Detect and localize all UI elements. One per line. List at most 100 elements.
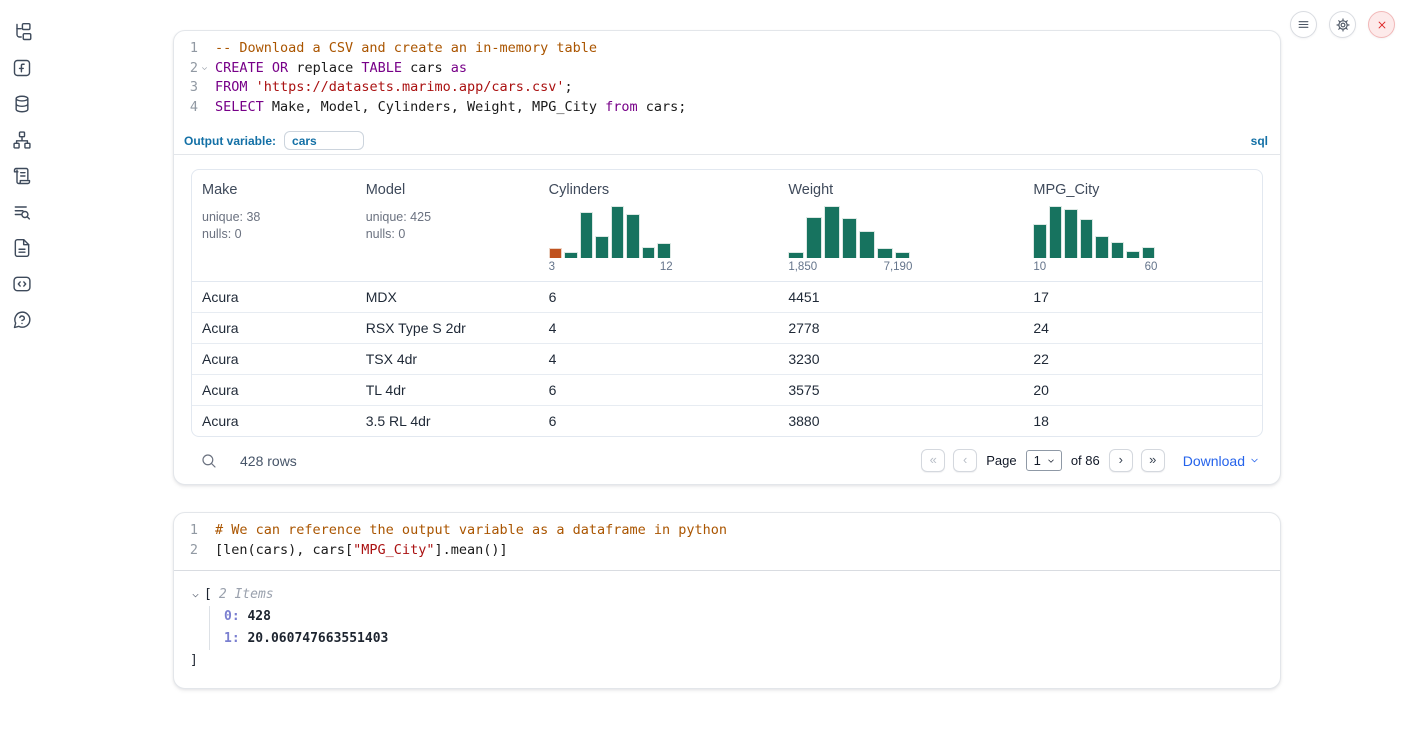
histogram-bar <box>549 248 563 258</box>
functions-icon[interactable] <box>12 58 32 78</box>
code-line: 4SELECT Make, Model, Cylinders, Weight, … <box>182 98 1280 118</box>
logs-icon[interactable] <box>12 202 32 222</box>
snippets-icon[interactable] <box>12 274 32 294</box>
histogram-bar <box>1049 206 1063 258</box>
table-cell: Acura <box>192 375 356 405</box>
file-explorer-icon[interactable] <box>12 22 32 42</box>
table-cell: Acura <box>192 344 356 374</box>
page-select[interactable]: 1 <box>1026 450 1062 471</box>
table-cell: RSX Type S 2dr <box>356 313 539 343</box>
search-icon[interactable] <box>200 451 220 471</box>
column-stat-nulls: nulls: 0 <box>366 226 531 243</box>
table-cell: 24 <box>1023 313 1262 343</box>
code-line: 2CREATE OR replace TABLE cars as <box>182 59 1280 79</box>
page-label: Page <box>986 453 1016 468</box>
language-badge[interactable]: sql <box>1251 134 1268 148</box>
table-row[interactable]: Acura3.5 RL 4dr6388018 <box>192 406 1262 436</box>
output-variable-row: Output variable: sql <box>174 127 1280 155</box>
table-cell: 6 <box>539 282 779 312</box>
column-header-model[interactable]: Model unique: 425 nulls: 0 <box>356 170 539 281</box>
sql-code-editor[interactable]: 1-- Download a CSV and create an in-memo… <box>174 31 1280 127</box>
column-stat-unique: unique: 38 <box>202 209 348 226</box>
notebook-cells: 1-- Download a CSV and create an in-memo… <box>173 30 1281 689</box>
histogram-bar <box>1126 251 1140 258</box>
histogram-bar <box>580 212 594 258</box>
cylinders-histogram: 312 <box>549 206 673 273</box>
notebook-actions <box>1290 11 1395 38</box>
table-row[interactable]: AcuraTSX 4dr4323022 <box>192 344 1262 375</box>
help-icon[interactable] <box>12 310 32 330</box>
datasources-icon[interactable] <box>12 94 32 114</box>
download-button[interactable]: Download <box>1183 453 1260 469</box>
table-cell: 6 <box>539 406 779 436</box>
table-cell: 17 <box>1023 282 1262 312</box>
table-header: Make unique: 38 nulls: 0 Model unique: 4… <box>192 170 1262 282</box>
scratchpad-icon[interactable] <box>12 166 32 186</box>
table-row[interactable]: AcuraMDX6445117 <box>192 282 1262 313</box>
prev-page-button[interactable]: ‹ <box>953 449 977 472</box>
table-cell: Acura <box>192 406 356 436</box>
table-cell: 4451 <box>778 282 1023 312</box>
table-body: AcuraMDX6445117AcuraRSX Type S 2dr427782… <box>192 282 1262 436</box>
shutdown-button[interactable] <box>1368 11 1395 38</box>
menu-button[interactable] <box>1290 11 1317 38</box>
histogram-bar <box>877 248 893 258</box>
next-page-button[interactable]: › <box>1109 449 1133 472</box>
histogram-bar <box>564 252 578 258</box>
dependency-graph-icon[interactable] <box>12 130 32 150</box>
data-table: Make unique: 38 nulls: 0 Model unique: 4… <box>191 169 1263 437</box>
table-cell: 2778 <box>778 313 1023 343</box>
histogram-bar <box>1064 209 1078 258</box>
table-row[interactable]: AcuraTL 4dr6357520 <box>192 375 1262 406</box>
page-total-label: of 86 <box>1071 453 1100 468</box>
settings-button[interactable] <box>1329 11 1356 38</box>
histogram-bar <box>1111 242 1125 258</box>
column-header-cylinders[interactable]: Cylinders 312 <box>539 170 779 281</box>
output-variable-input[interactable] <box>284 131 364 150</box>
close-bracket: ] <box>190 650 1264 672</box>
column-header-weight[interactable]: Weight 1,8507,190 <box>778 170 1023 281</box>
histogram-bar <box>895 252 911 258</box>
histogram-bar <box>595 236 609 258</box>
histogram-bar <box>788 252 804 258</box>
histogram-bar <box>611 206 625 258</box>
histogram-bar <box>1142 247 1156 258</box>
items-count-label: 2 Items <box>219 584 274 606</box>
column-header-mpg-city[interactable]: MPG_City 1060 <box>1023 170 1262 281</box>
histogram-bar <box>1095 236 1109 258</box>
table-cell: 3.5 RL 4dr <box>356 406 539 436</box>
tree-entry: 0: 428 <box>224 606 1264 628</box>
row-count: 428 rows <box>240 453 297 469</box>
pagination: « ‹ Page 1 of 86 › » Download <box>921 449 1260 472</box>
table-row[interactable]: AcuraRSX Type S 2dr4277824 <box>192 313 1262 344</box>
table-footer: 428 rows « ‹ Page 1 of 86 › » Download <box>191 437 1263 484</box>
table-cell: Acura <box>192 313 356 343</box>
sql-cell: 1-- Download a CSV and create an in-memo… <box>173 30 1281 485</box>
last-page-button[interactable]: » <box>1141 449 1165 472</box>
documentation-icon[interactable] <box>12 238 32 258</box>
code-line: 1-- Download a CSV and create an in-memo… <box>182 39 1280 59</box>
histogram-bar <box>626 214 640 258</box>
code-line: 1# We can reference the output variable … <box>182 521 1280 541</box>
sql-output: Make unique: 38 nulls: 0 Model unique: 4… <box>174 155 1280 484</box>
table-cell: 4 <box>539 344 779 374</box>
histogram-bar <box>842 218 858 258</box>
table-cell: 3230 <box>778 344 1023 374</box>
first-page-button[interactable]: « <box>921 449 945 472</box>
column-stat-nulls: nulls: 0 <box>202 226 348 243</box>
table-cell: 18 <box>1023 406 1262 436</box>
histogram-bar <box>824 206 840 258</box>
table-cell: 6 <box>539 375 779 405</box>
histogram-bar <box>806 217 822 258</box>
histogram-bar <box>1033 224 1047 258</box>
python-code-editor[interactable]: 1# We can reference the output variable … <box>174 513 1280 571</box>
table-cell: 3575 <box>778 375 1023 405</box>
collapse-chevron-icon[interactable] <box>190 590 204 601</box>
tree-entry: 1: 20.060747663551403 <box>224 628 1264 650</box>
table-cell: 22 <box>1023 344 1262 374</box>
tree-entries: 0: 4281: 20.060747663551403 <box>209 606 1264 650</box>
column-header-make[interactable]: Make unique: 38 nulls: 0 <box>192 170 356 281</box>
open-bracket: [ <box>204 584 212 606</box>
histogram-bar <box>859 231 875 258</box>
table-cell: 4 <box>539 313 779 343</box>
